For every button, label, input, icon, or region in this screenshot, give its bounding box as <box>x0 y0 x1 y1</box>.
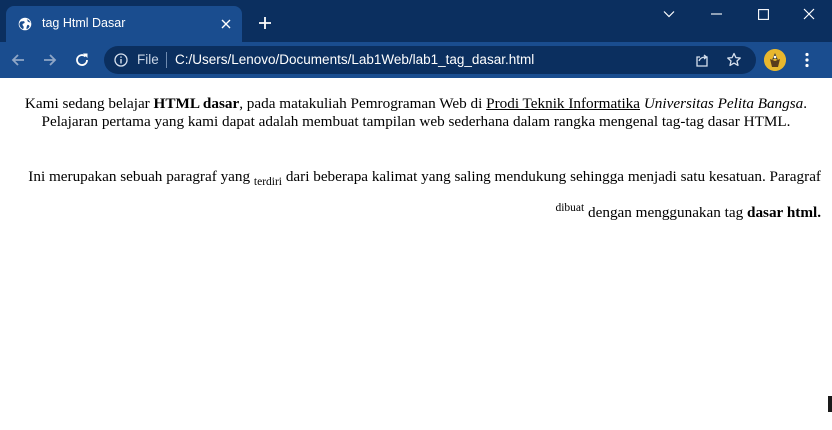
profile-avatar[interactable] <box>764 49 786 71</box>
superscript-text: dibuat <box>555 202 585 215</box>
new-tab-icon[interactable] <box>256 14 274 32</box>
page-content: Kami sedang belajar HTML dasar, pada mat… <box>0 78 832 430</box>
star-icon[interactable] <box>726 52 742 68</box>
maximize-icon[interactable] <box>740 0 786 28</box>
chevron-down-icon[interactable] <box>646 0 692 28</box>
link-prodi[interactable]: Prodi Teknik Informatika <box>486 95 640 112</box>
tab-title: tag Html Dasar <box>42 16 126 30</box>
scheme-label: File <box>137 52 159 67</box>
url-text[interactable]: C:/Users/Lenovo/Documents/Lab1Web/lab1_t… <box>175 52 534 67</box>
paragraph-intro: Kami sedang belajar HTML dasar, pada mat… <box>14 95 818 131</box>
divider <box>166 52 167 68</box>
browser-toolbar: File C:/Users/Lenovo/Documents/Lab1Web/l… <box>0 42 832 78</box>
info-icon[interactable] <box>114 53 128 67</box>
text: Kami sedang belajar <box>24 95 154 112</box>
text: dari beberapa kalimat yang saling menduk… <box>282 168 821 185</box>
reload-icon[interactable] <box>70 48 94 72</box>
text: Ini merupakan sebuah paragraf yang <box>28 168 254 185</box>
subscript-text: terdiri <box>253 176 283 189</box>
forward-arrow-icon[interactable] <box>38 48 62 72</box>
bold-text: HTML dasar <box>153 95 240 112</box>
text: , pada matakuliah Pemrograman Web di <box>239 95 487 112</box>
text: dengan menggunakan tag <box>584 204 748 222</box>
window-close-icon[interactable] <box>786 0 832 28</box>
address-bar[interactable]: File C:/Users/Lenovo/Documents/Lab1Web/l… <box>104 46 756 74</box>
bold-text: dasar html. <box>747 204 821 222</box>
more-menu-icon[interactable] <box>797 49 817 71</box>
scrollbar-thumb[interactable] <box>828 396 832 412</box>
tab-active[interactable]: tag Html Dasar <box>6 6 242 42</box>
back-arrow-icon[interactable] <box>6 48 30 72</box>
globe-icon <box>18 17 32 31</box>
share-icon[interactable] <box>694 52 710 68</box>
minimize-icon[interactable] <box>694 0 740 28</box>
tab-strip: tag Html Dasar <box>0 0 832 42</box>
paragraph-explanation: Ini merupakan sebuah paragraf yang terdi… <box>14 164 821 226</box>
italic-text: Universitas Pelita Bangsa <box>643 95 804 112</box>
close-icon[interactable] <box>218 16 234 32</box>
